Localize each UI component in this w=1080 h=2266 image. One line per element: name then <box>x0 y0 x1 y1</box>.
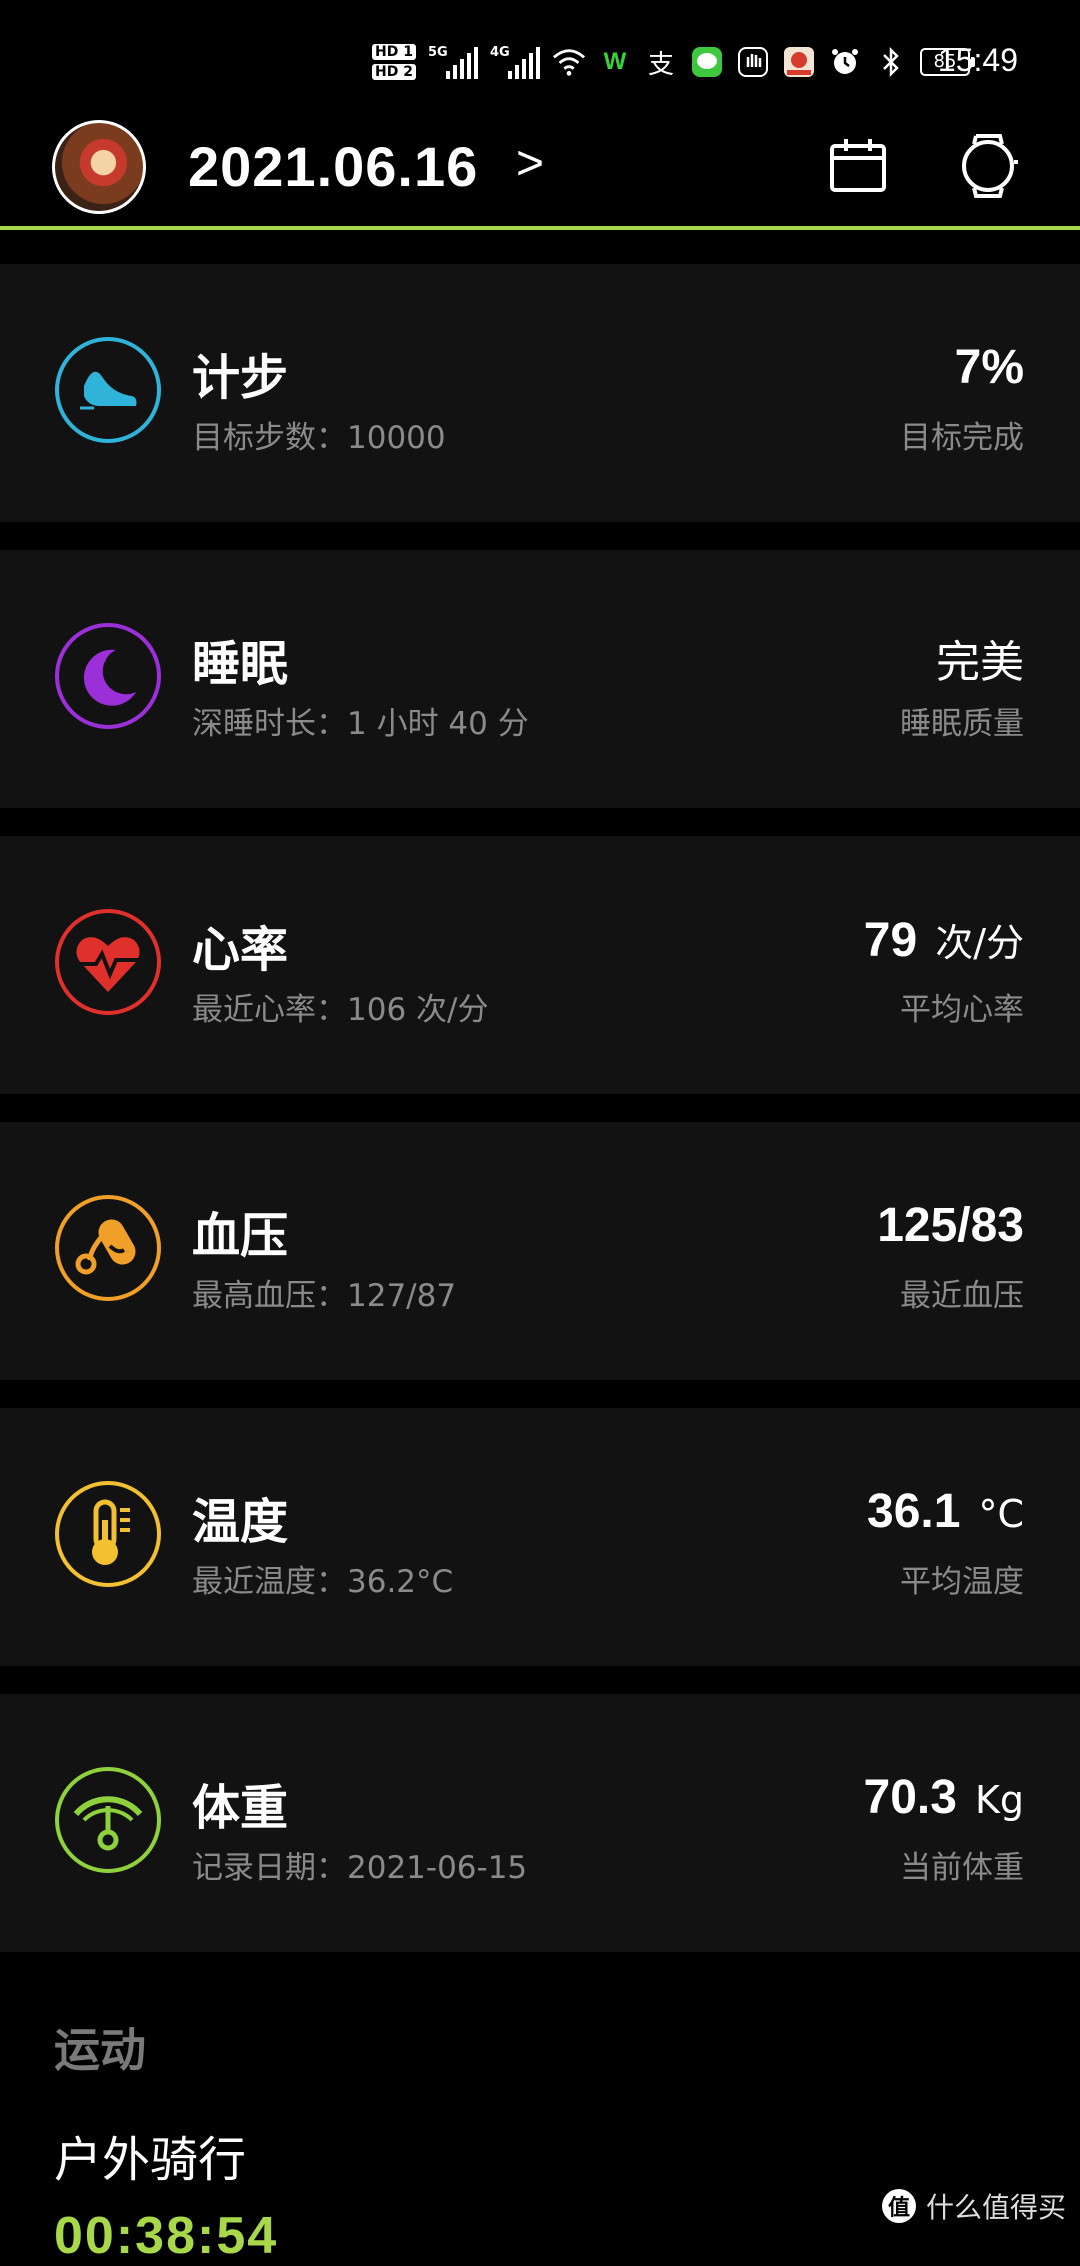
sleep-value: 完美 <box>936 626 1024 690</box>
watermark: 值 什么值得买 <box>881 2186 1066 2226</box>
heart-subtitle: 最近心率：106 次/分 <box>192 992 489 1028</box>
weight-value-label: 当前体重 <box>900 1850 1024 1886</box>
hand-icon <box>736 45 770 79</box>
hd1-label: HD 1 <box>372 44 416 60</box>
temp-subtitle: 最近温度：36.2°C <box>192 1564 454 1600</box>
signal-4g-icon: 4G <box>490 45 540 79</box>
heart-value: 79 次/分 <box>864 912 1024 968</box>
bp-value: 125/83 <box>877 1198 1024 1253</box>
blood-pressure-card[interactable]: 血压 最高血压：127/87 125/83 最近血压 <box>0 1122 1080 1380</box>
steps-subtitle: 目标步数：10000 <box>192 420 446 456</box>
signal-5g-icon: 5G <box>428 45 478 79</box>
temp-title: 温度 <box>192 1494 289 1550</box>
sport-heading: 运动 <box>54 2023 146 2077</box>
weight-card[interactable]: 体重 记录日期：2021-06-15 70.3 Kg 当前体重 <box>0 1694 1080 1952</box>
temp-value-unit: °C <box>978 1492 1024 1536</box>
watermark-text: 什么值得买 <box>925 2191 1066 2224</box>
sleep-card[interactable]: ★ ★ 睡眠 深睡时长：1 小时 40 分 完美 睡眠质量 <box>0 550 1080 808</box>
steps-card[interactable]: 计步 目标步数：10000 7% 目标完成 <box>0 264 1080 522</box>
bp-subtitle: 最高血压：127/87 <box>192 1278 457 1314</box>
status-bar: HD 1 HD 2 5G 4G W 支 85 15:49 <box>0 0 1080 110</box>
sport-duration: 00:38:54 <box>54 2207 279 2265</box>
sleep-value-text: 完美 <box>936 637 1024 688</box>
thermometer-icon <box>55 1481 161 1587</box>
calendar-button[interactable] <box>828 136 888 196</box>
hd2-label: HD 2 <box>372 64 416 80</box>
temp-value-label: 平均温度 <box>900 1564 1024 1600</box>
sleep-subtitle: 深睡时长：1 小时 40 分 <box>192 706 529 742</box>
sport-item-outdoor-cycling[interactable]: 户外骑行 <box>54 2120 246 2190</box>
heart-value-unit: 次/分 <box>935 921 1024 965</box>
wechat-icon: W <box>603 48 627 75</box>
signal-4g-label: 4G <box>489 45 510 60</box>
steps-title: 计步 <box>192 350 289 406</box>
heart-title: 心率 <box>192 922 289 978</box>
temp-value: 36.1 °C <box>867 1484 1024 1539</box>
status-time: 15:49 <box>937 42 1018 78</box>
watch-icon <box>962 134 1018 198</box>
weight-subtitle: 记录日期：2021-06-15 <box>192 1850 528 1886</box>
temperature-card[interactable]: 温度 最近温度：36.2°C 36.1 °C 平均温度 <box>0 1408 1080 1666</box>
sleep-value-label: 睡眠质量 <box>900 706 1024 742</box>
alarm-icon <box>828 45 862 79</box>
heart-icon <box>55 909 161 1015</box>
shoe-icon <box>55 337 161 443</box>
avatar[interactable] <box>52 120 146 214</box>
steps-value: 7% <box>955 340 1024 395</box>
steps-value-number: 7% <box>954 341 1024 394</box>
calendar-icon <box>830 139 886 192</box>
bp-title: 血压 <box>192 1208 289 1264</box>
bp-value-number: 125/83 <box>877 1199 1024 1252</box>
wifi-icon <box>552 45 586 79</box>
bp-value-label: 最近血压 <box>900 1278 1024 1314</box>
header: 2021.06.16 > <box>0 110 1080 228</box>
weight-value-number: 70.3 <box>863 1771 957 1824</box>
app-icon <box>782 45 816 79</box>
watermark-logo: 值 <box>881 2189 916 2223</box>
heart-value-label: 平均心率 <box>900 992 1024 1028</box>
svg-text:★: ★ <box>98 651 109 665</box>
weight-value: 70.3 Kg <box>864 1770 1024 1825</box>
steps-value-label: 目标完成 <box>900 420 1024 456</box>
alipay-icon: 支 <box>647 49 674 80</box>
watch-button[interactable] <box>956 132 1020 200</box>
weight-value-unit: Kg <box>974 1778 1024 1822</box>
weight-title: 体重 <box>192 1780 289 1836</box>
date-title[interactable]: 2021.06.16 <box>188 134 478 199</box>
heart-value-number: 79 <box>863 914 918 967</box>
sleep-title: 睡眠 <box>192 636 289 692</box>
blood-pressure-icon <box>55 1195 161 1301</box>
scale-icon <box>55 1767 161 1873</box>
moon-icon: ★ ★ <box>55 623 161 729</box>
status-icons: HD 1 HD 2 5G 4G W 支 85 <box>372 32 975 92</box>
bluetooth-icon <box>874 45 908 79</box>
hd-badge: HD 1 HD 2 <box>372 44 416 80</box>
temp-value-number: 36.1 <box>867 1485 961 1538</box>
line-icon <box>690 45 724 79</box>
signal-5g-label: 5G <box>427 45 448 60</box>
header-divider <box>0 226 1080 230</box>
heart-rate-card[interactable]: 心率 最近心率：106 次/分 79 次/分 平均心率 <box>0 836 1080 1094</box>
date-arrow-icon[interactable]: > <box>516 136 544 191</box>
